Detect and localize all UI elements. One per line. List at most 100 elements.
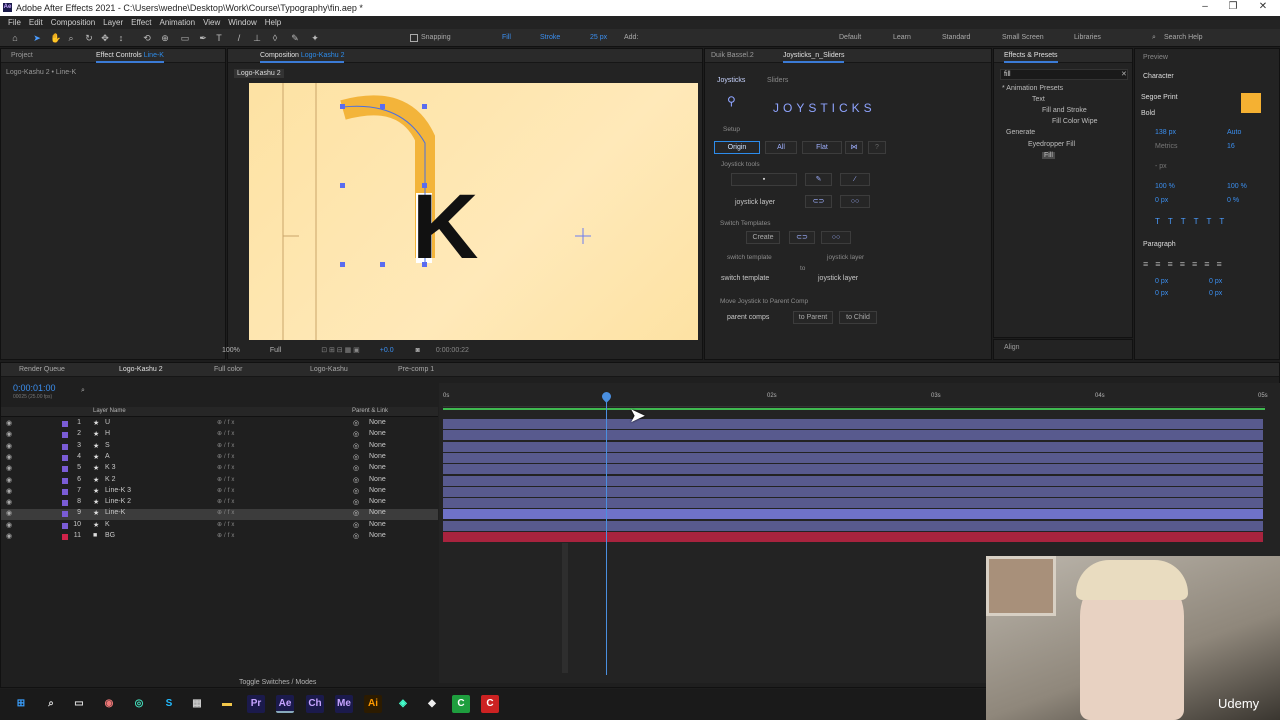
dolly-tool-icon[interactable]: ↕ [116, 33, 126, 43]
tree-eyedropper-fill[interactable]: Eyedropper Fill [1028, 141, 1075, 148]
parent-pick-whip-icon[interactable]: ◎ [353, 532, 359, 540]
layer-name[interactable]: BG [105, 532, 115, 539]
visibility-eye-icon[interactable]: ◉ [6, 487, 12, 495]
menu-help[interactable]: Help [265, 18, 281, 27]
menu-view[interactable]: View [203, 18, 220, 27]
tree-text[interactable]: Text [1032, 96, 1045, 103]
tree-fill[interactable]: Fill [1042, 152, 1055, 159]
close-icon[interactable]: ✕ [1248, 1, 1278, 15]
help-icon[interactable]: ? [868, 141, 886, 154]
tracking-value[interactable]: 16 [1227, 143, 1235, 150]
tree-generate[interactable]: Generate [1006, 129, 1035, 136]
layer-switches-icons[interactable]: ⊕/fx [217, 419, 236, 426]
app-icon-2[interactable]: ◈ [394, 695, 412, 713]
layer-row[interactable]: ◉ 8 ★ Line-K 2 ⊕/fx ◎ None [1, 498, 438, 509]
visibility-eye-icon[interactable]: ◉ [6, 419, 12, 427]
mirror-icon[interactable]: ⋈ [845, 141, 863, 154]
label-color-swatch[interactable] [62, 511, 68, 518]
layer-name[interactable]: A [105, 453, 110, 460]
tab-logo-kashu[interactable]: Logo-Kashu [310, 366, 348, 373]
font-size-value[interactable]: 138 px [1155, 129, 1176, 136]
label-color-swatch[interactable] [62, 432, 68, 439]
brush-tool-icon[interactable]: / [234, 33, 244, 43]
layer-name[interactable]: Line-K 2 [105, 498, 131, 505]
work-area-bar[interactable] [443, 408, 1265, 410]
label-color-swatch[interactable] [62, 477, 68, 484]
parent-pick-whip-icon[interactable]: ◎ [353, 509, 359, 517]
joystick-layer-dropdown[interactable]: joystick layer [735, 199, 775, 206]
tab-duik[interactable]: Duik Bassel.2 [711, 52, 754, 59]
after-effects-icon[interactable]: Ae [276, 695, 294, 713]
search-icon[interactable]: ⌕ [1152, 34, 1156, 42]
media-encoder-icon[interactable]: Me [335, 695, 353, 713]
layer-duration-bar[interactable] [443, 464, 1263, 475]
layer-switches-icons[interactable]: ⊕/fx [217, 521, 236, 528]
file-explorer-icon[interactable]: ▬ [218, 695, 236, 713]
stroke-width-value[interactable]: - px [1155, 163, 1167, 170]
layer-switches-icons[interactable]: ⊕/fx [217, 442, 236, 449]
menu-edit[interactable]: Edit [29, 18, 43, 27]
label-color-swatch[interactable] [62, 522, 68, 529]
zoom-select[interactable]: 100% [222, 347, 240, 354]
create-button[interactable]: Create [746, 231, 780, 244]
layer-name[interactable]: Line-K [105, 509, 125, 516]
parent-select[interactable]: None [369, 430, 386, 437]
baseline-shift-value[interactable]: 0 px [1155, 197, 1168, 204]
visibility-eye-icon[interactable]: ◉ [6, 430, 12, 438]
to-parent-button[interactable]: to Parent [793, 311, 833, 324]
tab-project[interactable]: Project [11, 52, 33, 59]
workspace-learn[interactable]: Learn [893, 34, 911, 41]
visibility-eye-icon[interactable]: ◉ [6, 442, 12, 450]
snapping-checkbox[interactable] [410, 34, 418, 42]
clone-tool-icon[interactable]: ⊥ [252, 33, 262, 43]
layer-switches-icons[interactable]: ⊕/fx [217, 464, 236, 471]
puppet-tool-icon[interactable]: ✦ [310, 33, 320, 43]
layer-switches-icons[interactable]: ⊕/fx [217, 532, 236, 539]
indent-left-value[interactable]: 0 px [1155, 278, 1168, 285]
hand-tool-icon[interactable]: ✋ [50, 33, 61, 43]
menu-layer[interactable]: Layer [103, 18, 123, 27]
layer-duration-bar[interactable] [443, 430, 1263, 441]
visibility-eye-icon[interactable]: ◉ [6, 521, 12, 529]
label-color-swatch[interactable] [62, 421, 68, 427]
link-template-icon[interactable]: ⊂⊃ [789, 231, 815, 244]
taskbar-search-icon[interactable]: ⌕ [42, 695, 60, 713]
zoom-tool-icon[interactable]: ⌕ [66, 33, 76, 43]
layer-name[interactable]: S [105, 442, 110, 449]
label-color-swatch[interactable] [62, 454, 68, 461]
parent-pick-whip-icon[interactable]: ◎ [353, 476, 359, 484]
layer-row[interactable]: ◉ 6 ★ K 2 ⊕/fx ◎ None [1, 476, 438, 487]
layer-row[interactable]: ◉ 5 ★ K 3 ⊕/fx ◎ None [1, 464, 438, 475]
pen-tool-icon[interactable]: ✒ [198, 33, 208, 43]
layer-name[interactable]: K 3 [105, 464, 116, 471]
tree-animation-presets[interactable]: * Animation Presets [1002, 85, 1063, 92]
parent-pick-whip-icon[interactable]: ◎ [353, 464, 359, 472]
calculator-icon[interactable]: ▦ [188, 695, 206, 713]
visibility-eye-icon[interactable]: ◉ [6, 509, 12, 517]
label-color-swatch[interactable] [62, 443, 68, 450]
parent-select[interactable]: None [369, 487, 386, 494]
space-before-value[interactable]: 0 px [1155, 290, 1168, 297]
snapshot-icon[interactable]: ◙ [416, 347, 420, 354]
layer-row[interactable]: ◉ 2 ★ H ⊕/fx ◎ None [1, 430, 438, 441]
parent-pick-whip-icon[interactable]: ◎ [353, 487, 359, 495]
label-color-swatch[interactable] [62, 500, 68, 507]
layer-duration-bar[interactable] [443, 498, 1263, 509]
tsume-value[interactable]: 0 % [1227, 197, 1239, 204]
layer-row[interactable]: ◉ 9 ★ Line-K ⊕/fx ◎ None [1, 509, 438, 521]
unlink-template-icon[interactable]: ○○ [821, 231, 851, 244]
selection-tool-icon[interactable]: ➤ [32, 33, 42, 43]
subtab-sliders[interactable]: Sliders [767, 77, 788, 84]
parent-select[interactable]: None [369, 521, 386, 528]
layer-name[interactable]: K 2 [105, 476, 116, 483]
layer-switches-icons[interactable]: ⊕/fx [217, 487, 236, 494]
chrome-icon[interactable]: ◎ [130, 695, 148, 713]
menu-window[interactable]: Window [228, 18, 256, 27]
tab-logo-kashu-2[interactable]: Logo-Kashu 2 [119, 366, 163, 373]
tab-full-color[interactable]: Full color [214, 366, 242, 373]
kerning-value[interactable]: Metrics [1155, 143, 1178, 150]
pan-tool-icon[interactable]: ✥ [100, 33, 110, 43]
layer-duration-bar[interactable] [443, 452, 1263, 463]
time-ruler[interactable]: 0s 02s 03s 04s 05s [443, 389, 1268, 407]
add-label[interactable]: Add: [624, 34, 638, 41]
